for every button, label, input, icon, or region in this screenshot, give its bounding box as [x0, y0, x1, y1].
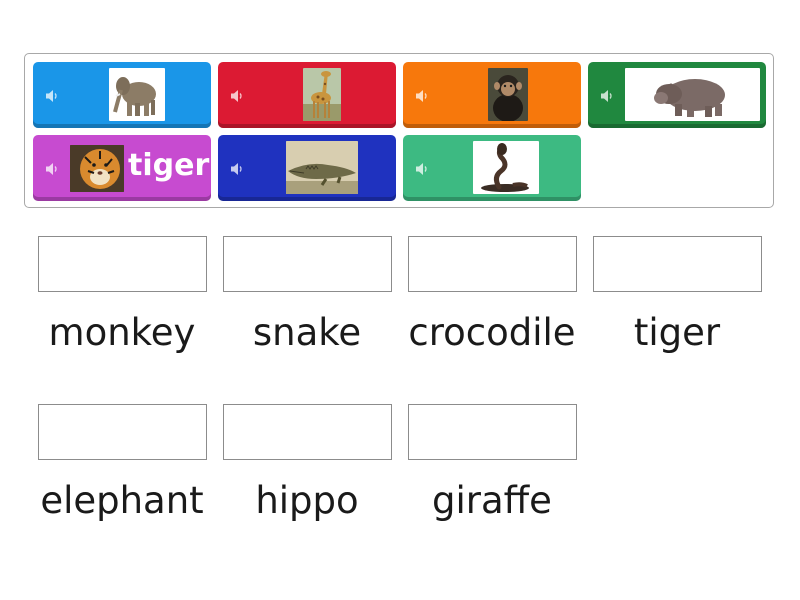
speaker-icon[interactable] — [230, 88, 246, 102]
crocodile-picture — [286, 141, 358, 194]
drop-slot-hippo[interactable] — [223, 404, 392, 460]
card-elephant[interactable] — [33, 62, 211, 128]
speaker-icon[interactable] — [415, 161, 431, 175]
speaker-icon[interactable] — [600, 88, 616, 102]
card-crocodile[interactable] — [218, 135, 396, 201]
slot-label-snake: snake — [252, 311, 362, 354]
card-label-tiger: tiger — [128, 148, 210, 183]
slot-label-crocodile: crocodile — [408, 311, 576, 354]
hippo-picture — [625, 68, 760, 121]
speaker-icon[interactable] — [415, 88, 431, 102]
slot-label-elephant: elephant — [40, 479, 204, 522]
drop-slot-crocodile[interactable] — [408, 236, 577, 292]
card-chimpanzee[interactable] — [403, 62, 581, 128]
chimpanzee-picture — [488, 68, 528, 121]
giraffe-picture — [303, 68, 341, 121]
card-giraffe[interactable] — [218, 62, 396, 128]
elephant-picture — [109, 68, 165, 121]
card-tiger[interactable]: tiger — [33, 135, 211, 201]
speaker-icon[interactable] — [45, 161, 61, 175]
drop-slot-snake[interactable] — [223, 236, 392, 292]
speaker-icon[interactable] — [45, 88, 61, 102]
slot-label-hippo: hippo — [255, 479, 359, 522]
slot-label-giraffe: giraffe — [432, 479, 552, 522]
card-hippo[interactable] — [588, 62, 766, 128]
drop-slot-monkey[interactable] — [38, 236, 207, 292]
cobra-picture — [473, 141, 539, 194]
tiger-picture — [70, 145, 124, 192]
speaker-icon[interactable] — [230, 161, 246, 175]
slot-label-monkey: monkey — [48, 311, 196, 354]
slot-label-tiger: tiger — [633, 311, 721, 354]
drop-slot-tiger[interactable] — [593, 236, 762, 292]
card-snake[interactable] — [403, 135, 581, 201]
drop-slot-elephant[interactable] — [38, 404, 207, 460]
drop-slot-giraffe[interactable] — [408, 404, 577, 460]
